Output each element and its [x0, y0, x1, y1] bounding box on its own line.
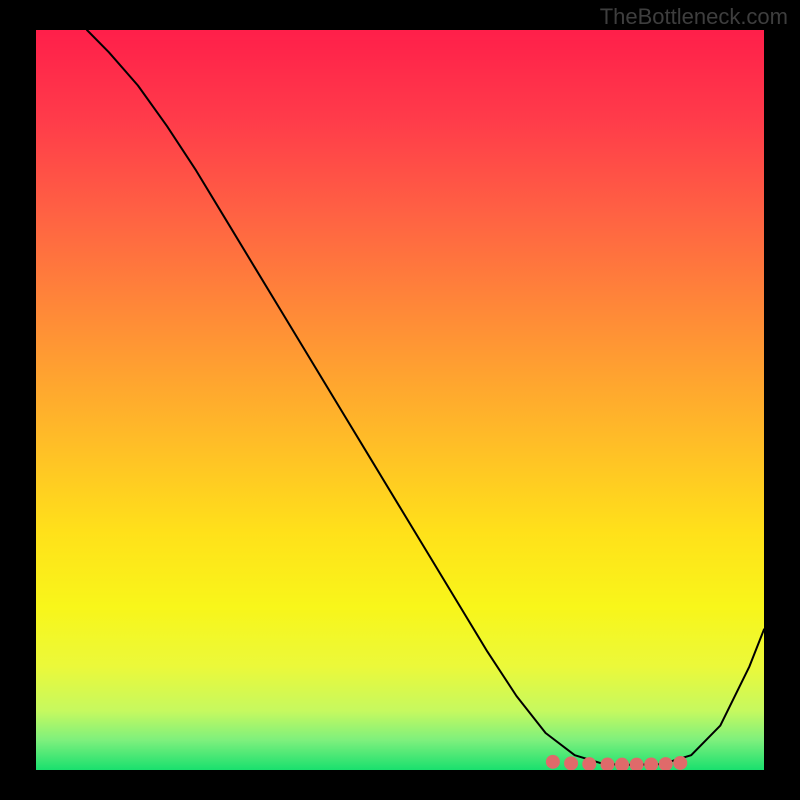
gradient-background [36, 30, 764, 770]
chart-svg [36, 30, 764, 770]
chart-plot [36, 30, 764, 770]
chart-frame: TheBottleneck.com [0, 0, 800, 800]
highlight-dot [564, 756, 578, 770]
highlight-dot [546, 755, 560, 769]
highlight-dot [673, 756, 687, 770]
watermark-text: TheBottleneck.com [600, 4, 788, 30]
